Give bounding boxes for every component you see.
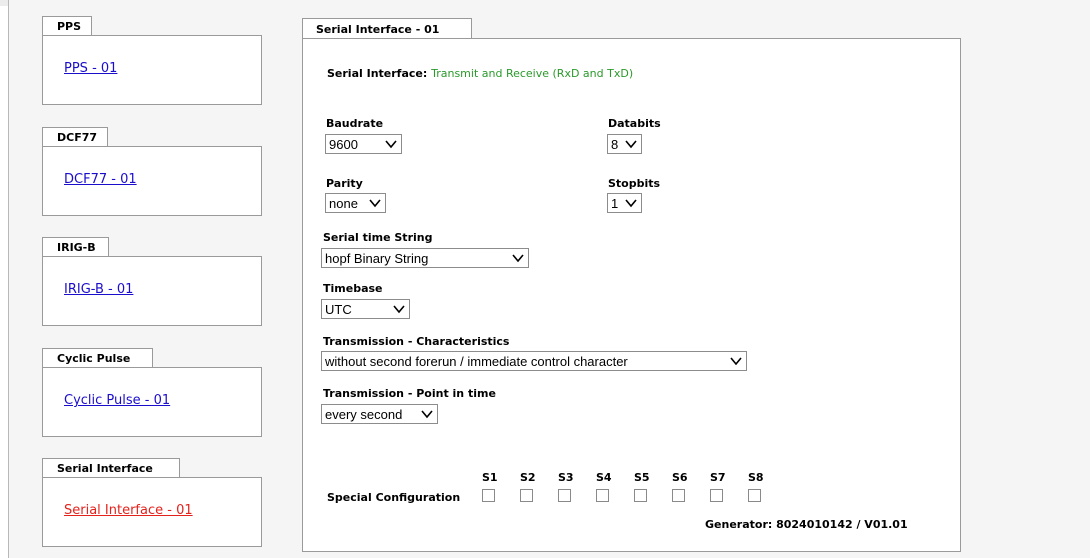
chevron-down-icon [393, 305, 405, 314]
chevron-down-icon [625, 199, 637, 208]
chevron-down-icon [512, 254, 524, 263]
switch-checkbox-s6[interactable] [672, 489, 685, 502]
timebase-select[interactable]: UTC [321, 299, 410, 319]
link-serial-interface-01[interactable]: Serial Interface - 01 [64, 503, 193, 518]
parity-label: Parity [326, 177, 363, 190]
transmission-characteristics-select[interactable]: without second forerun / immediate contr… [321, 351, 747, 371]
sidebar-tab-pps: PPS [42, 16, 92, 35]
sidebar-tab-label: IRIG-B [57, 241, 96, 254]
baudrate-label: Baudrate [326, 117, 384, 130]
chevron-down-icon [369, 199, 381, 208]
sidebar-tab-label: Cyclic Pulse [57, 352, 131, 365]
special-configuration-label: Special Configuration [327, 491, 461, 504]
sidebar-tab-irig-b: IRIG-B [42, 237, 109, 256]
parity-value: none [329, 196, 358, 211]
switch-checkbox-s8[interactable] [748, 489, 761, 502]
stopbits-value: 1 [611, 196, 619, 211]
sidebar-box-dcf77: DCF77 - 01 [42, 146, 262, 216]
link-cyclic-pulse-01[interactable]: Cyclic Pulse - 01 [64, 393, 170, 408]
switch-checkbox-s1[interactable] [482, 489, 495, 502]
main-panel [302, 38, 961, 552]
switch-checkbox-s2[interactable] [520, 489, 533, 502]
databits-value: 8 [611, 137, 619, 152]
databits-select[interactable]: 8 [607, 134, 642, 154]
baudrate-value: 9600 [329, 137, 358, 152]
serial-time-string-select[interactable]: hopf Binary String [321, 248, 529, 268]
transmission-point-in-time-value: every second [325, 407, 403, 422]
switch-label-s6: S6 [672, 471, 688, 484]
switch-label-s4: S4 [596, 471, 612, 484]
link-pps-01[interactable]: PPS - 01 [64, 61, 117, 76]
sidebar-tab-dcf77: DCF77 [42, 127, 108, 146]
interface-mode-line: Serial Interface: Transmit and Receive (… [327, 67, 633, 80]
databits-label: Databits [608, 117, 661, 130]
link-irig-b-01[interactable]: IRIG-B - 01 [64, 282, 133, 297]
sidebar-tab-cyclic-pulse: Cyclic Pulse [42, 348, 153, 367]
timebase-label: Timebase [323, 282, 383, 295]
switch-checkbox-s5[interactable] [634, 489, 647, 502]
sidebar-tab-label: PPS [57, 20, 82, 33]
transmission-characteristics-value: without second forerun / immediate contr… [325, 354, 628, 369]
transmission-characteristics-label: Transmission - Characteristics [323, 335, 510, 348]
link-dcf77-01[interactable]: DCF77 - 01 [64, 172, 137, 187]
serial-time-string-label: Serial time String [323, 231, 433, 244]
sidebar-box-irig-b: IRIG-B - 01 [42, 256, 262, 326]
parity-select[interactable]: none [325, 193, 386, 213]
switch-checkbox-s4[interactable] [596, 489, 609, 502]
switch-checkbox-s3[interactable] [558, 489, 571, 502]
interface-mode-value: Transmit and Receive (RxD and TxD) [431, 67, 634, 80]
generator-info: Generator: 8024010142 / V01.01 [705, 518, 908, 531]
sidebar-box-pps: PPS - 01 [42, 35, 262, 105]
stopbits-label: Stopbits [608, 177, 661, 190]
stopbits-select[interactable]: 1 [607, 193, 642, 213]
switch-checkbox-s7[interactable] [710, 489, 723, 502]
sidebar-tab-label: DCF77 [57, 131, 98, 144]
tab-title: Serial Interface - 01 [316, 23, 440, 36]
transmission-point-in-time-label: Transmission - Point in time [323, 387, 496, 400]
sidebar-tab-label: Serial Interface [57, 462, 153, 475]
switch-label-s2: S2 [520, 471, 536, 484]
tab-serial-interface-01: Serial Interface - 01 [302, 18, 472, 39]
switch-label-s3: S3 [558, 471, 574, 484]
serial-time-string-value: hopf Binary String [325, 251, 429, 266]
transmission-point-in-time-select[interactable]: every second [321, 404, 438, 424]
baudrate-select[interactable]: 9600 [325, 134, 402, 154]
switch-label-s1: S1 [482, 471, 498, 484]
switch-label-s7: S7 [710, 471, 726, 484]
chevron-down-icon [385, 140, 397, 149]
timebase-value: UTC [325, 302, 352, 317]
chevron-down-icon [421, 410, 433, 419]
switch-label-s5: S5 [634, 471, 650, 484]
sidebar-box-cyclic-pulse: Cyclic Pulse - 01 [42, 367, 262, 437]
chevron-down-icon [625, 140, 637, 149]
interface-label: Serial Interface: [327, 67, 428, 80]
sidebar-tab-serial-interface: Serial Interface [42, 458, 180, 477]
switch-label-s8: S8 [748, 471, 764, 484]
sidebar-box-serial-interface: Serial Interface - 01 [42, 477, 262, 547]
chevron-down-icon [730, 357, 742, 366]
